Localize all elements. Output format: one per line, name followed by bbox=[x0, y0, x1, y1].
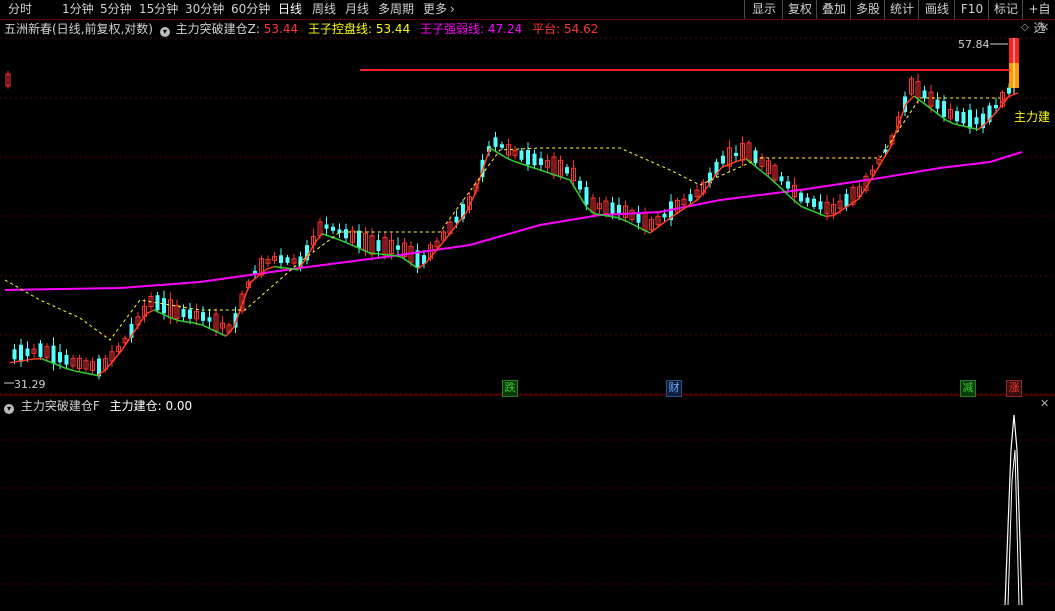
main-indicator-name[interactable]: 主力突破建仓Z bbox=[176, 22, 256, 36]
period-toolbar: 分时 1分钟 5分钟 15分钟 30分钟 60分钟 日线 周线 月线 多周期 更… bbox=[0, 0, 1055, 35]
chevron-right-icon: › bbox=[450, 2, 455, 16]
more-label: 更多 bbox=[423, 2, 448, 16]
event-marker-drop[interactable]: 跌 bbox=[502, 380, 518, 397]
stock-title[interactable]: 五洲新春(日线,前复权,对数) bbox=[4, 22, 153, 36]
overlay-button[interactable]: 叠加 bbox=[816, 0, 851, 19]
sub-item-label: 主力建仓 bbox=[109, 399, 158, 413]
event-marker-rise[interactable]: 涨 bbox=[1006, 380, 1022, 397]
sub-indicator-name[interactable]: 主力突破建仓F bbox=[21, 399, 100, 413]
strength-line-value: 47.24 bbox=[487, 22, 523, 36]
platform-value: 54.62 bbox=[564, 22, 599, 36]
period-tab-timeshare[interactable]: 分时 bbox=[8, 0, 32, 19]
event-marker-reduce[interactable]: 减 bbox=[960, 380, 976, 397]
adjust-button[interactable]: 复权 bbox=[782, 0, 817, 19]
price-low-label: 31.29 bbox=[14, 378, 46, 391]
period-tab-15min[interactable]: 15分钟 bbox=[139, 0, 178, 19]
marker-drop-text: 跌 bbox=[504, 381, 516, 394]
strength-line-label: 王子强弱线 bbox=[420, 22, 481, 36]
mark-button[interactable]: 标记 bbox=[988, 0, 1023, 19]
indicator-dropdown-icon[interactable]: ▾ bbox=[159, 27, 170, 37]
period-tab-weekly[interactable]: 周线 bbox=[312, 0, 336, 19]
control-line-value: 53.44 bbox=[375, 22, 411, 36]
marker-rise-text: 涨 bbox=[1008, 381, 1020, 394]
control-line-label: 王子控盘线 bbox=[307, 22, 368, 36]
multi-stock-button[interactable]: 多股 bbox=[850, 0, 885, 19]
event-marker-finance[interactable]: 财 bbox=[666, 380, 682, 397]
sub-info-line: ▾ 主力突破建仓F 主力建仓: 0.00 bbox=[4, 397, 192, 415]
platform-label: 平台 bbox=[532, 22, 557, 36]
sub-panel-menu-icon[interactable]: ✕ bbox=[1040, 397, 1049, 410]
indicator-lines bbox=[4, 38, 1023, 384]
period-tab-1min[interactable]: 1分钟 bbox=[62, 0, 94, 19]
minimize-panel-icon[interactable]: ◇ bbox=[1021, 22, 1029, 33]
period-tab-30min[interactable]: 30分钟 bbox=[185, 0, 224, 19]
display-button[interactable]: 显示 bbox=[744, 0, 783, 19]
add-favorite-button[interactable]: +自选 bbox=[1022, 0, 1055, 35]
period-tab-multi[interactable]: 多周期 bbox=[378, 0, 414, 19]
sub-indicator-dropdown-icon[interactable]: ▾ bbox=[4, 404, 14, 414]
price-high-label: 57.84 bbox=[958, 38, 990, 51]
close-panel-icon[interactable]: ✕ bbox=[1040, 21, 1049, 34]
sub-item-value: 0.00 bbox=[165, 399, 193, 413]
period-tab-60min[interactable]: 60分钟 bbox=[231, 0, 270, 19]
period-tab-more[interactable]: 更多 › bbox=[423, 0, 455, 19]
f10-button[interactable]: F10 bbox=[954, 0, 989, 19]
grid-lines bbox=[0, 37, 1055, 585]
marker-finance-text: 财 bbox=[668, 381, 680, 394]
period-tab-5min[interactable]: 5分钟 bbox=[100, 0, 132, 19]
marker-reduce-text: 减 bbox=[962, 381, 974, 394]
period-tab-daily[interactable]: 日线 bbox=[278, 0, 302, 19]
sub-indicator-plot bbox=[1004, 414, 1023, 606]
draw-button[interactable]: 画线 bbox=[918, 0, 955, 19]
period-tab-monthly[interactable]: 月线 bbox=[345, 0, 369, 19]
kline-chart[interactable]: 57.84 31.29 主力建 bbox=[0, 0, 1055, 611]
main-info-line: 五洲新春(日线,前复权,对数) ▾ 主力突破建仓Z: 53.44 王子控盘线: … bbox=[4, 22, 599, 37]
candlesticks bbox=[5, 70, 1018, 380]
signal-label: 主力建 bbox=[1014, 110, 1050, 124]
stats-button[interactable]: 统计 bbox=[884, 0, 919, 19]
main-indicator-value: 53.44 bbox=[263, 22, 299, 36]
